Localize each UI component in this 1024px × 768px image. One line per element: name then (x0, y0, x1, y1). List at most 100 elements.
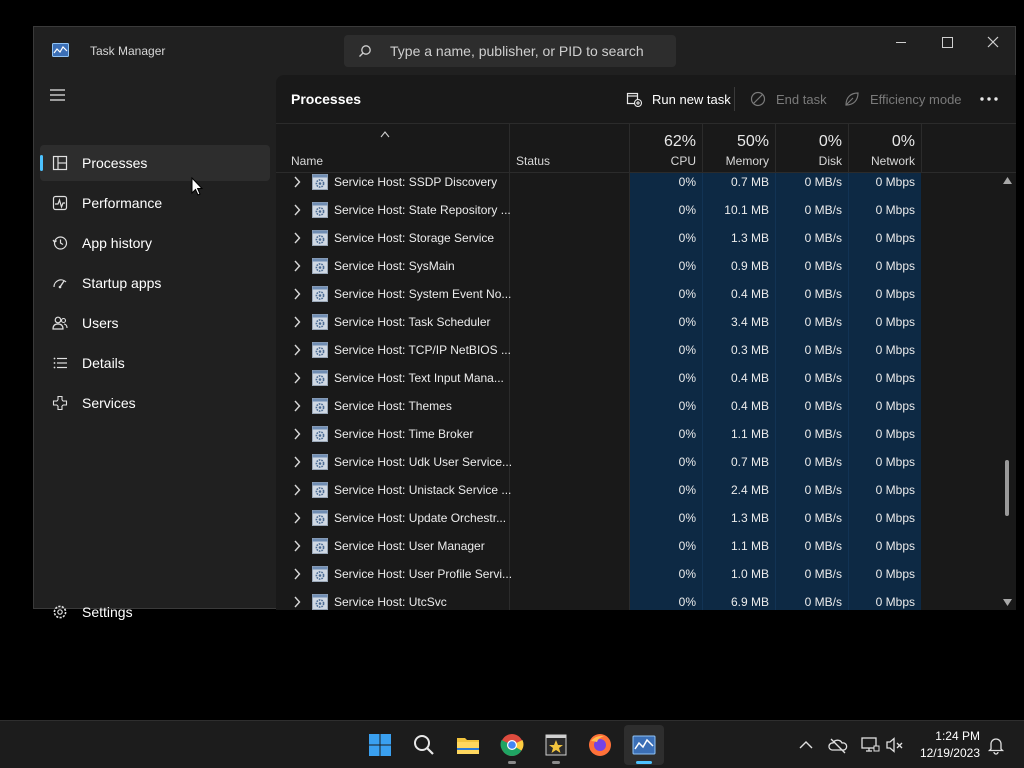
cpu-value: 0% (678, 315, 696, 329)
expand-chevron-icon[interactable] (293, 512, 301, 524)
title-bar[interactable]: Task Manager Type a name, publisher, or … (34, 27, 1015, 75)
expand-chevron-icon[interactable] (293, 456, 301, 468)
network-value: 0 Mbps (875, 511, 915, 525)
clock-date[interactable]: 12/19/2023 (910, 746, 980, 760)
service-host-icon (312, 230, 328, 246)
disk-value: 0 MB/s (804, 567, 842, 581)
leaf-icon (845, 92, 859, 106)
sidebar-item-users[interactable]: Users (40, 305, 270, 341)
network-value: 0 Mbps (875, 259, 915, 273)
taskbar-search-button[interactable] (404, 725, 444, 765)
table-row[interactable]: Service Host: UtcSvc 0% 6.9 MB 0 MB/s 0 Mbps (276, 588, 996, 610)
clock-time[interactable]: 1:24 PM (930, 729, 980, 743)
table-row[interactable]: Service Host: Task Scheduler 0% 3.4 MB 0 MB… (276, 308, 996, 336)
memory-value: 3.4 MB (730, 315, 769, 329)
process-name: Service Host: Unistack Service ... (334, 483, 512, 497)
efficiency-mode-button[interactable]: Efficiency mode (836, 85, 962, 113)
sidebar-item-label: Services (82, 395, 136, 411)
movie-maker-button[interactable] (536, 725, 576, 765)
table-row[interactable]: Service Host: Udk User Service... 0% 0.7 M… (276, 448, 996, 476)
minimize-button[interactable] (878, 27, 924, 59)
column-header-network[interactable]: 0% Network (849, 124, 921, 173)
taskbar: 1:24 PM 12/19/2023 (0, 720, 1024, 768)
scroll-up-arrow-icon[interactable] (1003, 177, 1012, 184)
search-box[interactable]: Type a name, publisher, or PID to search (344, 35, 676, 67)
table-row[interactable]: Service Host: System Event No... 0% 0.4 MB… (276, 280, 996, 308)
chevron-up-icon[interactable] (796, 735, 816, 755)
scroll-down-arrow-icon[interactable] (1003, 599, 1012, 606)
chrome-button[interactable] (492, 725, 532, 765)
task-manager-taskbar-button[interactable] (624, 725, 664, 765)
close-button[interactable] (970, 27, 1016, 59)
table-row[interactable]: Service Host: User Profile Servi... 0% 1.0… (276, 560, 996, 588)
sidebar-item-app-history[interactable]: App history (40, 225, 270, 261)
page-title: Processes (291, 91, 362, 107)
table-row[interactable]: Service Host: State Repository ... 0% 10.1… (276, 196, 996, 224)
table-row[interactable]: Service Host: TCP/IP NetBIOS ... 0% 0.3 MB… (276, 336, 996, 364)
sidebar-item-startup-apps[interactable]: Startup apps (40, 265, 270, 301)
table-row[interactable]: Service Host: SSDP Discovery 0% 0.7 MB 0 MB… (276, 173, 996, 196)
expand-chevron-icon[interactable] (293, 204, 301, 216)
network-value: 0 Mbps (875, 567, 915, 581)
vertical-scrollbar[interactable] (998, 173, 1016, 610)
onedrive-offline-icon[interactable] (828, 735, 848, 755)
expand-chevron-icon[interactable] (293, 176, 301, 188)
search-icon (359, 45, 371, 57)
table-row[interactable]: Service Host: Update Orchestr... 0% 1.3 MB… (276, 504, 996, 532)
table-row[interactable]: Service Host: Storage Service 0% 1.3 MB 0 M… (276, 224, 996, 252)
disk-value: 0 MB/s (804, 511, 842, 525)
sidebar-item-settings[interactable]: Settings (40, 594, 270, 630)
expand-chevron-icon[interactable] (293, 260, 301, 272)
process-name: Service Host: Udk User Service... (334, 455, 513, 469)
column-header-name[interactable]: Name (276, 124, 509, 173)
maximize-button[interactable] (924, 27, 970, 59)
cpu-value: 0% (678, 427, 696, 441)
run-new-task-button[interactable]: Run new task (618, 85, 731, 113)
table-row[interactable]: Service Host: Themes 0% 0.4 MB 0 MB/s 0 Mbps (276, 392, 996, 420)
expand-chevron-icon[interactable] (293, 372, 301, 384)
sidebar-item-details[interactable]: Details (40, 345, 270, 381)
column-header-status[interactable]: Status (510, 124, 629, 173)
column-header-disk[interactable]: 0% Disk (776, 124, 848, 173)
memory-value: 0.4 MB (730, 371, 769, 385)
sidebar-item-services[interactable]: Services (40, 385, 270, 421)
file-explorer-button[interactable] (448, 725, 488, 765)
expand-chevron-icon[interactable] (293, 232, 301, 244)
memory-value: 0.4 MB (730, 399, 769, 413)
table-row[interactable]: Service Host: SysMain 0% 0.9 MB 0 MB/s 0 Mbp… (276, 252, 996, 280)
processes-icon (52, 155, 68, 171)
expand-chevron-icon[interactable] (293, 400, 301, 412)
table-row[interactable]: Service Host: Text Input Mana... 0% 0.4 MB… (276, 364, 996, 392)
table-row[interactable]: Service Host: Time Broker 0% 1.1 MB 0 MB/s 0… (276, 420, 996, 448)
sidebar-item-processes[interactable]: Processes (40, 145, 270, 181)
expand-chevron-icon[interactable] (293, 484, 301, 496)
notification-bell-icon[interactable] (986, 735, 1006, 755)
run-new-task-icon (626, 92, 642, 107)
process-name: Service Host: Themes (334, 399, 452, 413)
network-value: 0 Mbps (875, 455, 915, 469)
process-list: Service Host: SSDP Discovery 0% 0.7 MB 0 MB… (276, 173, 1016, 610)
end-task-button[interactable]: End task (742, 85, 827, 113)
firefox-button[interactable] (580, 725, 620, 765)
expand-chevron-icon[interactable] (293, 344, 301, 356)
search-input[interactable]: Type a name, publisher, or PID to search (390, 43, 644, 59)
expand-chevron-icon[interactable] (293, 540, 301, 552)
column-header-memory[interactable]: 50% Memory (703, 124, 775, 173)
more-options-icon[interactable] (976, 87, 1002, 111)
expand-chevron-icon[interactable] (293, 596, 301, 608)
table-row[interactable]: Service Host: Unistack Service ... 0% 2.4 … (276, 476, 996, 504)
volume-muted-icon[interactable] (885, 735, 905, 755)
column-divider[interactable] (921, 124, 922, 173)
movie-maker-icon (545, 734, 567, 756)
scroll-thumb[interactable] (1005, 460, 1009, 516)
network-icon[interactable] (860, 735, 880, 755)
expand-chevron-icon[interactable] (293, 288, 301, 300)
expand-chevron-icon[interactable] (293, 428, 301, 440)
start-button[interactable] (360, 725, 400, 765)
expand-chevron-icon[interactable] (293, 316, 301, 328)
expand-chevron-icon[interactable] (293, 568, 301, 580)
sidebar-item-performance[interactable]: Performance (40, 185, 270, 221)
table-row[interactable]: Service Host: User Manager 0% 1.1 MB 0 MB/s… (276, 532, 996, 560)
hamburger-menu-icon[interactable] (48, 87, 68, 103)
column-header-cpu[interactable]: 62% CPU (630, 124, 702, 173)
